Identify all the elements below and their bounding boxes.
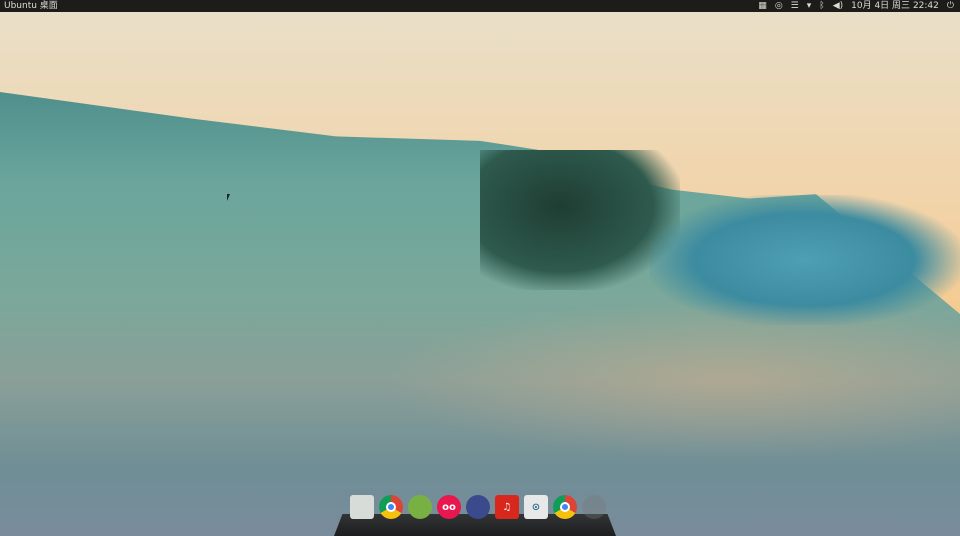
shutter-icon (466, 495, 490, 519)
dock-item-netease-music[interactable]: ♫ (495, 495, 519, 519)
volume-icon[interactable]: ◀) (833, 0, 843, 12)
dock-item-shutter[interactable] (466, 495, 490, 519)
keyboard-icon[interactable]: ▦ (758, 0, 767, 12)
wallpaper-glow (380, 300, 960, 460)
files-icon (350, 495, 374, 519)
dock-items: oo ♫ ⊙ (350, 495, 606, 519)
settings-toggles-icon: ⊙ (524, 495, 548, 519)
active-app-title: Ubuntu 桌面 (4, 1, 58, 11)
trash-icon (582, 495, 606, 519)
bluetooth-icon[interactable]: ᛒ (819, 0, 824, 12)
mouse-cursor-icon (227, 194, 230, 201)
dock-item-settings-toggles[interactable]: ⊙ (524, 495, 548, 519)
dock-item-files[interactable] (350, 495, 374, 519)
flickr-app-icon: oo (437, 495, 461, 519)
clock-date[interactable]: 10月 4日 周三 22:42 (851, 0, 939, 12)
weekday-text: 周三 (892, 1, 911, 11)
chrome-icon (379, 495, 403, 519)
top-panel: Ubuntu 桌面 ▦ ◎ ☰ ▾ ᛒ ◀) 10月 4日 周三 22:42 ⏻ (0, 0, 960, 12)
dock-item-trash[interactable] (582, 495, 606, 519)
steam-icon[interactable]: ◎ (775, 0, 783, 12)
date-text: 10月 4日 (851, 1, 890, 11)
chrome-2-icon (553, 495, 577, 519)
power-icon[interactable]: ⏻ (947, 0, 954, 12)
netease-music-icon: ♫ (495, 495, 519, 519)
android-studio-icon (408, 495, 432, 519)
dock-item-chrome[interactable] (379, 495, 403, 519)
input-method-icon[interactable]: ☰ (791, 0, 799, 12)
desktop-wallpaper (0, 0, 960, 536)
dock-item-flickr-app[interactable]: oo (437, 495, 461, 519)
dock-item-chrome-2[interactable] (553, 495, 577, 519)
dock-item-android-studio[interactable] (408, 495, 432, 519)
wifi-icon[interactable]: ▾ (807, 0, 812, 12)
time-text: 22:42 (912, 1, 939, 11)
dock: oo ♫ ⊙ (334, 490, 616, 536)
